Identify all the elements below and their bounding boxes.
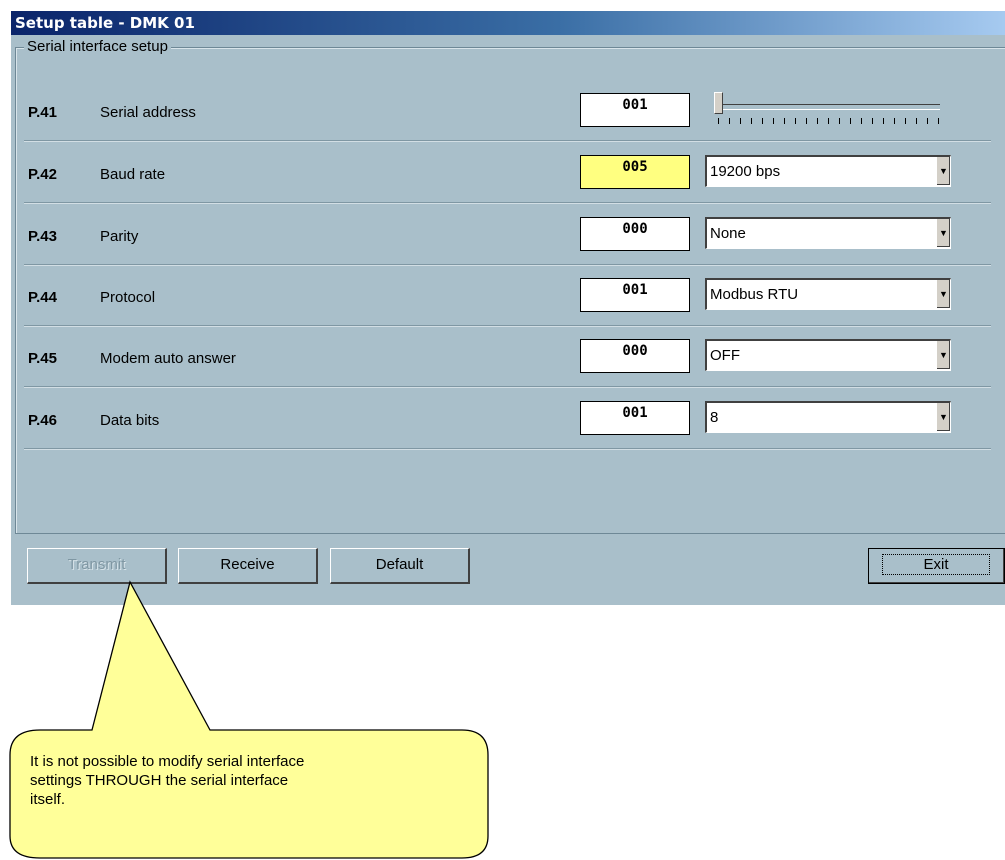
callout-shape xyxy=(9,580,489,859)
callout-line: itself. xyxy=(30,791,66,808)
callout-line: settings THROUGH the serial interface xyxy=(30,772,289,789)
callout-line: It is not possible to modify serial inte… xyxy=(30,753,305,770)
callout-balloon xyxy=(9,580,489,859)
callout-text: It is not possible to modify serial inte… xyxy=(30,752,470,809)
